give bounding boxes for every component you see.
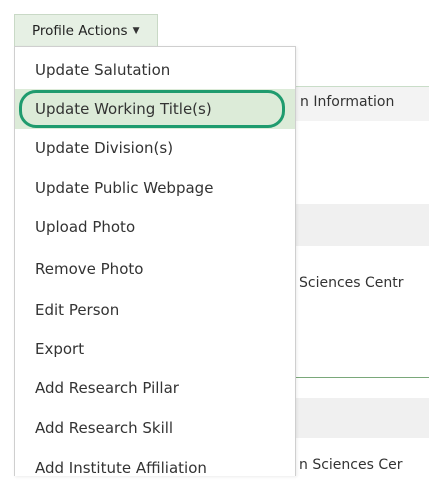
menu-item-export[interactable]: Export [15, 329, 295, 369]
menu-item-label: Export [35, 340, 85, 358]
info-tab-label[interactable]: n Information [300, 94, 394, 110]
menu-item-add-research-skill[interactable]: Add Research Skill [15, 408, 295, 448]
section-divider [296, 377, 429, 378]
menu-item-label: Update Public Webpage [35, 179, 214, 197]
caret-down-icon: ▼ [132, 25, 140, 36]
menu-item-label: Remove Photo [35, 260, 144, 278]
menu-item-label: Edit Person [35, 301, 120, 319]
menu-item-update-divisions[interactable]: Update Division(s) [15, 128, 295, 168]
menu-item-label: Update Working Title(s) [35, 100, 212, 118]
menu-item-label: Update Division(s) [35, 139, 174, 157]
profile-actions-button[interactable]: Profile Actions ▼ [14, 14, 158, 46]
menu-item-add-institute-affiliation[interactable]: Add Institute Affiliation [15, 448, 295, 488]
menu-item-upload-photo[interactable]: Upload Photo [15, 207, 295, 247]
profile-actions-label: Profile Actions [32, 22, 128, 39]
menu-item-remove-photo[interactable]: Remove Photo [15, 249, 295, 289]
profile-actions-menu: Update Salutation Update Working Title(s… [14, 46, 296, 477]
section-header-band [296, 398, 429, 438]
menu-item-update-salutation[interactable]: Update Salutation [15, 50, 295, 90]
menu-item-label: Add Research Skill [35, 419, 174, 437]
background-row-text: Sciences Centr [299, 275, 404, 291]
menu-item-label: Add Research Pillar [35, 379, 179, 397]
menu-item-update-public-webpage[interactable]: Update Public Webpage [15, 168, 295, 208]
menu-item-update-working-titles[interactable]: Update Working Title(s) [15, 89, 295, 129]
menu-item-label: Add Institute Affiliation [35, 459, 207, 477]
menu-item-add-research-pillar[interactable]: Add Research Pillar [15, 368, 295, 408]
menu-item-label: Update Salutation [35, 61, 171, 79]
section-header-band [296, 204, 429, 246]
menu-item-label: Upload Photo [35, 218, 136, 236]
menu-item-edit-person[interactable]: Edit Person [15, 290, 295, 330]
background-row-text: n Sciences Cer [299, 457, 403, 473]
